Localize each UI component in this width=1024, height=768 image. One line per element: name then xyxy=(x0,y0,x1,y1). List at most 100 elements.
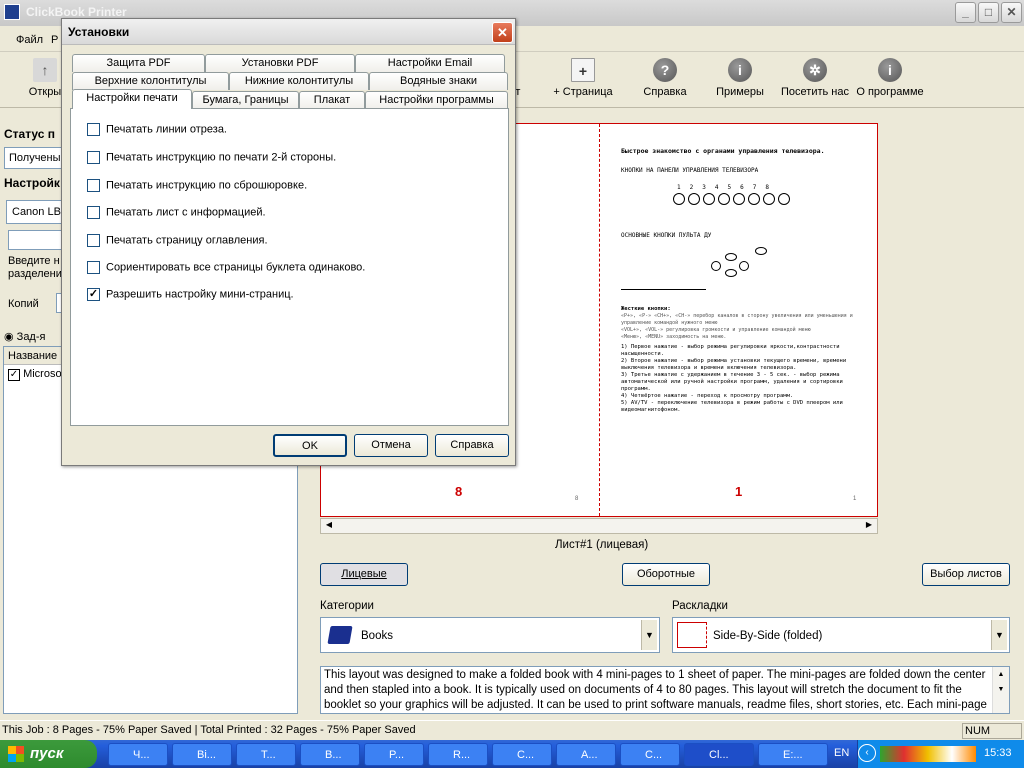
checkbox[interactable] xyxy=(87,206,100,219)
task-button[interactable]: E:... xyxy=(758,743,828,766)
task-button[interactable]: P... xyxy=(364,743,424,766)
tab-poster[interactable]: Плакат xyxy=(299,91,365,109)
status-value: Получены xyxy=(9,152,61,164)
task-button[interactable]: Cl... xyxy=(684,743,754,766)
dialog-help-label: Справка xyxy=(450,439,494,451)
checkbox-checked[interactable]: ✓ xyxy=(87,288,100,301)
checkbox[interactable] xyxy=(87,179,100,192)
status-bar: This Job : 8 Pages - 75% Paper Saved | T… xyxy=(0,720,1024,740)
list-item-label: Microso xyxy=(23,368,62,380)
tab-pdf-settings[interactable]: Установки PDF xyxy=(205,54,355,72)
visit-label: Посетить нас xyxy=(781,86,849,98)
tab-program-settings[interactable]: Настройки программы xyxy=(365,91,508,109)
checkbox[interactable] xyxy=(87,151,100,164)
tray-chevron-icon[interactable]: ‹ xyxy=(858,744,876,762)
checkbox[interactable] xyxy=(87,123,100,136)
about-tool-button[interactable]: i О программе xyxy=(845,58,935,98)
maximize-button[interactable]: □ xyxy=(978,2,999,23)
mini-page-right: Быстрое знакомство с органами управления… xyxy=(621,148,866,414)
start-label: пуск xyxy=(30,745,64,762)
tab-label: Настройки Email xyxy=(387,57,473,69)
scroll-right-icon[interactable]: ▶ xyxy=(862,520,876,532)
remote-button-icon xyxy=(755,247,767,255)
back-label: Оборотные xyxy=(636,568,696,580)
option-label: Печатать лист с информацией. xyxy=(106,206,266,219)
tab-watermarks[interactable]: Водяные знаки xyxy=(369,72,508,90)
checkbox[interactable] xyxy=(87,234,100,247)
cancel-button[interactable]: Отмена xyxy=(354,434,428,457)
task-label: C... xyxy=(517,749,535,761)
option-binding-instructions[interactable]: Печатать инструкцию по сброшюровке. xyxy=(87,179,307,192)
tab-paper-margins[interactable]: Бумага, Границы xyxy=(192,91,299,109)
dialog-help-button[interactable]: Справка xyxy=(435,434,509,457)
doc-section2: ОСНОВНЫЕ КНОПКИ ПУЛЬТА ДУ xyxy=(621,232,712,239)
select-sheets-button[interactable]: Выбор листов xyxy=(922,563,1010,586)
menu-second[interactable]: Р xyxy=(51,34,58,46)
settings-dialog: Установки ✕ Защита PDF Установки PDF Нас… xyxy=(61,18,516,466)
copies-label: Копий xyxy=(8,298,39,310)
tab-headers[interactable]: Верхние колонтитулы xyxy=(72,72,229,90)
add-page-button[interactable]: + + Страница xyxy=(538,58,628,98)
doc-title: Быстрое знакомство с органами управления… xyxy=(621,147,825,155)
button-number: 3 xyxy=(702,184,706,191)
language-indicator[interactable]: EN xyxy=(834,747,849,759)
task-button[interactable]: B... xyxy=(300,743,360,766)
option-mini-page-setup[interactable]: ✓ Разрешить настройку мини-страниц. xyxy=(87,288,294,301)
hint-line2: разделени xyxy=(8,268,62,280)
app-title: ClickBook Printer xyxy=(26,5,127,19)
task-label: E:... xyxy=(783,749,803,761)
task-radio[interactable]: ◉ Зад-я xyxy=(4,330,45,343)
front-sides-button[interactable]: Лицевые xyxy=(320,563,408,586)
preview-hscrollbar[interactable]: ◀ ▶ xyxy=(320,518,878,534)
option-orient-pages[interactable]: Сориентировать все страницы буклета один… xyxy=(87,261,365,274)
close-button[interactable]: ✕ xyxy=(1001,2,1022,23)
ok-button[interactable]: OK xyxy=(273,434,347,457)
task-button[interactable]: T... xyxy=(236,743,296,766)
column-name-label: Название xyxy=(8,350,58,362)
tab-label: Защита PDF xyxy=(106,57,171,69)
option-duplex-instructions[interactable]: Печатать инструкцию по печати 2-й сторон… xyxy=(87,151,336,164)
list-item[interactable]: ✓ Microso xyxy=(8,368,62,381)
task-button[interactable]: A... xyxy=(556,743,616,766)
menu-file[interactable]: Файл xyxy=(16,34,43,46)
chevron-down-icon[interactable]: ▼ xyxy=(641,620,657,650)
option-label: Печатать инструкцию по печати 2-й сторон… xyxy=(106,151,337,164)
task-button[interactable]: C... xyxy=(620,743,680,766)
doc-line: управление командой нужного меню xyxy=(621,320,718,326)
task-button[interactable]: R... xyxy=(428,743,488,766)
start-button[interactable]: пуск xyxy=(0,740,97,768)
option-cut-lines[interactable]: Печатать линии отреза. xyxy=(87,123,227,136)
panel-buttons: 1 2 3 4 5 6 7 8 xyxy=(673,184,866,230)
tab-footers[interactable]: Нижние колонтитулы xyxy=(229,72,369,90)
task-label: Bi... xyxy=(197,749,216,761)
tab-print-settings[interactable]: Настройки печати xyxy=(72,89,192,109)
task-button[interactable]: Bi... xyxy=(172,743,232,766)
fold-line xyxy=(599,124,600,516)
button-circle-icon xyxy=(688,193,700,205)
scroll-left-icon[interactable]: ◀ xyxy=(322,520,336,532)
doc-item: 5) AV/TV - переключение телевизора в реж… xyxy=(621,400,843,413)
question-icon: ? xyxy=(653,58,677,82)
back-sides-button[interactable]: Оборотные xyxy=(622,563,710,586)
option-label: Печатать линии отреза. xyxy=(106,123,227,136)
option-info-sheet[interactable]: Печатать лист с информацией. xyxy=(87,206,266,219)
layouts-combo[interactable]: Side-By-Side (folded) ▼ xyxy=(672,617,1010,653)
task-button[interactable]: C... xyxy=(492,743,552,766)
tab-pdf-protection[interactable]: Защита PDF xyxy=(72,54,205,72)
categories-combo[interactable]: Books ▼ xyxy=(320,617,660,653)
doc-item: 4) Четвёртое нажатие - переход к просмот… xyxy=(621,393,794,399)
minimize-button[interactable]: _ xyxy=(955,2,976,23)
layouts-label: Раскладки xyxy=(672,600,728,612)
checkbox[interactable] xyxy=(87,261,100,274)
tab-label: Верхние колонтитулы xyxy=(94,75,207,87)
description-scrollbar[interactable]: ▲ ▼ xyxy=(992,667,1009,713)
option-toc-page[interactable]: Печатать страницу оглавления. xyxy=(87,234,268,247)
task-label: R... xyxy=(453,749,471,761)
tab-email-settings[interactable]: Настройки Email xyxy=(355,54,505,72)
tray-icons[interactable] xyxy=(880,746,976,762)
checkbox-icon[interactable]: ✓ xyxy=(8,369,20,381)
chevron-down-icon[interactable]: ▼ xyxy=(991,620,1007,650)
dialog-close-button[interactable]: ✕ xyxy=(492,22,513,43)
task-button[interactable]: Ч... xyxy=(108,743,168,766)
tab-label: Установки PDF xyxy=(241,57,319,69)
